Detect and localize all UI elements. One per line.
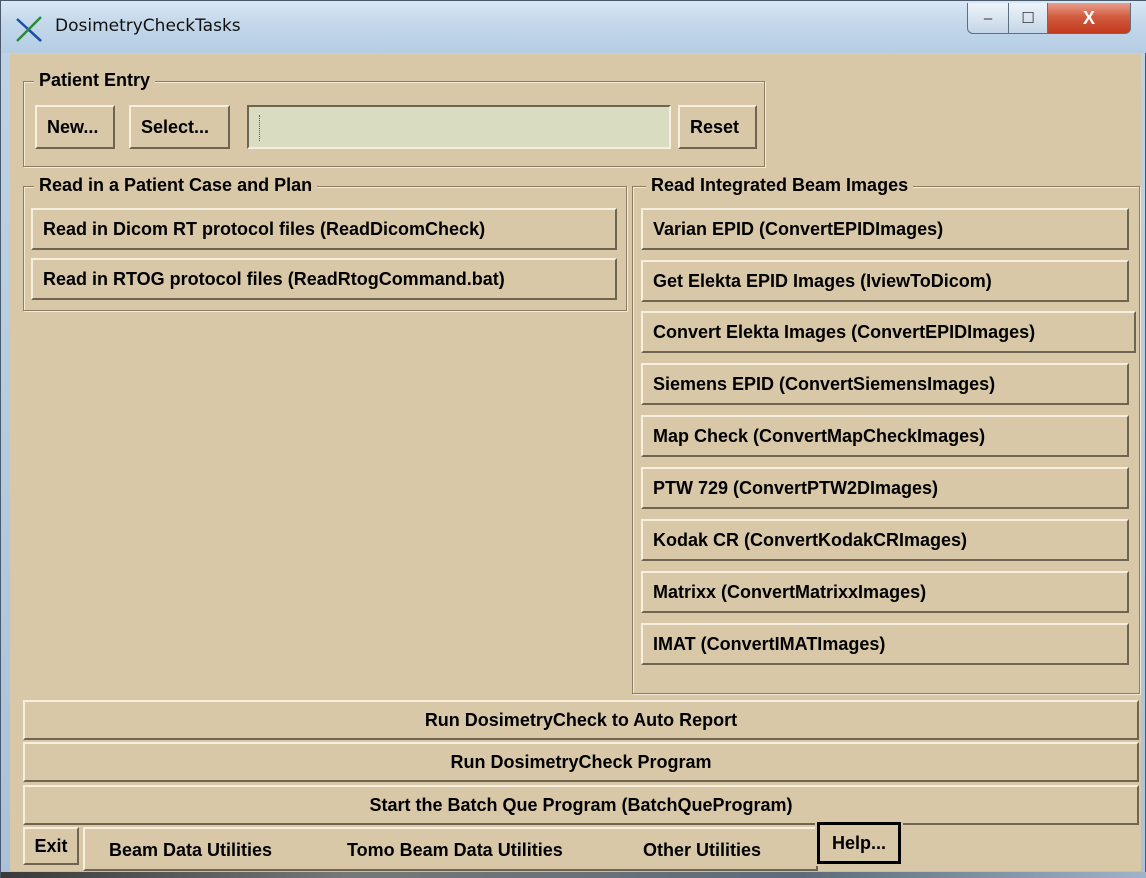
app-window: DosimetryCheckTasks – ☐ X Patient Entry … bbox=[0, 0, 1146, 878]
map-check-button[interactable]: Map Check (ConvertMapCheckImages) bbox=[641, 415, 1129, 457]
batch-que-button[interactable]: Start the Batch Que Program (BatchQuePro… bbox=[23, 785, 1139, 825]
kodak-cr-button[interactable]: Kodak CR (ConvertKodakCRImages) bbox=[641, 519, 1129, 561]
help-button[interactable]: Help... bbox=[815, 820, 903, 866]
ptw-729-button[interactable]: PTW 729 (ConvertPTW2DImages) bbox=[641, 467, 1129, 509]
window-title: DosimetryCheckTasks bbox=[55, 16, 241, 36]
app-icon bbox=[16, 16, 42, 42]
menu-tomo-beam-data-utilities[interactable]: Tomo Beam Data Utilities bbox=[347, 840, 563, 861]
reset-button[interactable]: Reset bbox=[678, 105, 757, 149]
title-bar[interactable]: DosimetryCheckTasks – ☐ X bbox=[1, 1, 1146, 53]
window-bottom-border bbox=[1, 872, 1146, 878]
convert-elekta-button[interactable]: Convert Elekta Images (ConvertEPIDImages… bbox=[641, 311, 1136, 353]
imat-button[interactable]: IMAT (ConvertIMATImages) bbox=[641, 623, 1129, 665]
menu-other-utilities[interactable]: Other Utilities bbox=[643, 840, 761, 861]
maximize-icon: ☐ bbox=[1021, 10, 1035, 27]
run-program-button[interactable]: Run DosimetryCheck Program bbox=[23, 742, 1139, 782]
minimize-button[interactable]: – bbox=[967, 3, 1009, 34]
elekta-iview-button[interactable]: Get Elekta EPID Images (IviewToDicom) bbox=[641, 260, 1129, 302]
auto-report-button[interactable]: Run DosimetryCheck to Auto Report bbox=[23, 700, 1139, 740]
main-panel: Patient Entry New... Select... Reset Rea… bbox=[10, 54, 1141, 871]
siemens-epid-button[interactable]: Siemens EPID (ConvertSiemensImages) bbox=[641, 363, 1129, 405]
text-cursor bbox=[259, 115, 262, 141]
utilities-menubar: Beam Data Utilities Tomo Beam Data Utili… bbox=[83, 827, 818, 871]
new-patient-button[interactable]: New... bbox=[35, 105, 115, 149]
minimize-icon: – bbox=[983, 9, 993, 27]
exit-button[interactable]: Exit bbox=[23, 827, 79, 865]
close-icon: X bbox=[1082, 7, 1095, 28]
select-patient-button[interactable]: Select... bbox=[129, 105, 230, 149]
read-case-legend: Read in a Patient Case and Plan bbox=[34, 175, 318, 196]
matrixx-button[interactable]: Matrixx (ConvertMatrixxImages) bbox=[641, 571, 1129, 613]
menu-beam-data-utilities[interactable]: Beam Data Utilities bbox=[109, 840, 272, 861]
read-rtog-button[interactable]: Read in RTOG protocol files (ReadRtogCom… bbox=[31, 258, 617, 300]
patient-name-field[interactable] bbox=[247, 105, 671, 149]
varian-epid-button[interactable]: Varian EPID (ConvertEPIDImages) bbox=[641, 208, 1129, 250]
read-dicom-button[interactable]: Read in Dicom RT protocol files (ReadDic… bbox=[31, 208, 617, 250]
maximize-button[interactable]: ☐ bbox=[1008, 3, 1048, 34]
beam-images-legend: Read Integrated Beam Images bbox=[646, 175, 914, 196]
patient-entry-legend: Patient Entry bbox=[34, 70, 156, 91]
close-button[interactable]: X bbox=[1047, 3, 1131, 34]
